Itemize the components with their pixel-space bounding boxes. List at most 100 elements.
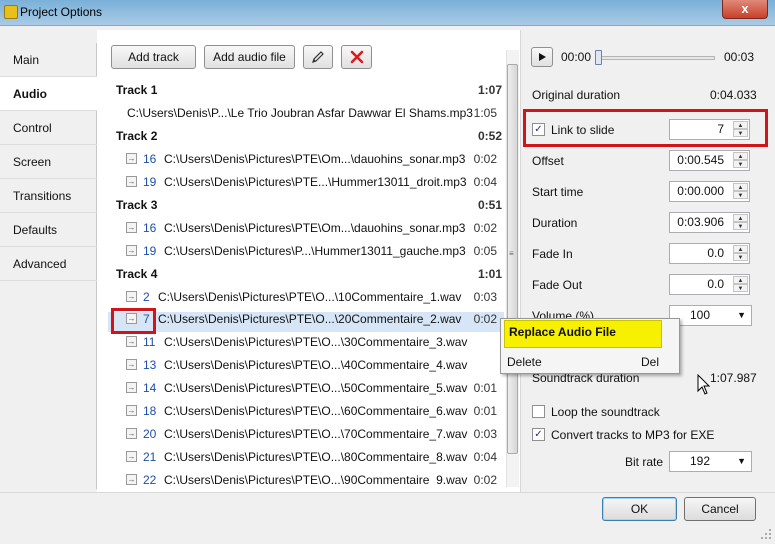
fade-in-value: 0.0 — [707, 246, 724, 260]
chevron-down-icon[interactable]: ▼ — [733, 222, 748, 230]
file-duration: 0:03 — [473, 290, 497, 304]
track-header[interactable]: Track 2 0:52 — [116, 129, 502, 149]
player-seek-track[interactable] — [595, 56, 715, 60]
track-file-row[interactable]: → 16 C:\Users\Denis\Pictures\PTE\Om...\d… — [108, 152, 504, 172]
loop-label: Loop the soundtrack — [551, 405, 660, 419]
track-file-row[interactable]: → 13 C:\Users\Denis\Pictures\PTE\O...\40… — [108, 358, 504, 378]
cancel-button[interactable]: Cancel — [684, 497, 756, 521]
track-file-row[interactable]: → 14 C:\Users\Denis\Pictures\PTE\O...\50… — [108, 381, 504, 401]
chevron-down-icon[interactable]: ▼ — [733, 191, 748, 199]
scrollbar-thumb[interactable] — [507, 64, 518, 454]
chevron-up-icon[interactable]: ▲ — [733, 214, 748, 222]
track-file-row[interactable]: → 11 C:\Users\Denis\Pictures\PTE\O...\30… — [108, 335, 504, 355]
track-file-row[interactable]: → 2 C:\Users\Denis\Pictures\PTE\O...\10C… — [108, 290, 504, 310]
slide-link-icon: → — [126, 222, 137, 233]
track-file-row[interactable]: → 21 C:\Users\Denis\Pictures\PTE\O...\80… — [108, 450, 504, 470]
add-audio-file-button[interactable]: Add audio file — [204, 45, 295, 69]
chevron-up-icon[interactable]: ▲ — [733, 152, 748, 160]
fade-in-spinner[interactable]: ▲ ▼ — [733, 245, 748, 262]
player-end-time: 00:03 — [724, 50, 755, 64]
slide-number: 19 — [143, 175, 157, 189]
duration-spinner[interactable]: ▲ ▼ — [733, 214, 748, 231]
file-path: C:\Users\Denis\Pictures\P...\Hummer13011… — [164, 244, 466, 258]
volume-select[interactable]: 100 ▼ — [669, 305, 752, 326]
slide-link-icon: → — [126, 153, 137, 164]
file-path: C:\Users\Denis\Pictures\PTE\O...\80Comme… — [164, 450, 468, 464]
volume-value: 100 — [690, 308, 711, 322]
track-file-row[interactable]: C:\Users\Denis\P...\Le Trio Joubran Asfa… — [108, 106, 504, 126]
fade-in-field[interactable]: 0.0 ▲ ▼ — [669, 243, 750, 264]
slide-number: 16 — [143, 152, 157, 166]
chevron-up-icon[interactable]: ▲ — [733, 183, 748, 191]
file-path: C:\Users\Denis\Pictures\PTE\O...\40Comme… — [164, 358, 468, 372]
slide-number: 16 — [143, 221, 157, 235]
start-time-field[interactable]: 0:00.000 ▲ ▼ — [669, 181, 750, 202]
loop-checkbox[interactable] — [532, 405, 545, 418]
start-time-value: 0:00.000 — [677, 184, 724, 198]
play-button[interactable] — [531, 47, 553, 67]
file-path: C:\Users\Denis\Pictures\PTE\O...\50Comme… — [164, 381, 468, 395]
slide-number: 14 — [143, 381, 157, 395]
offset-field[interactable]: 0:00.545 ▲ ▼ — [669, 150, 750, 171]
player-current-time: 00:00 — [561, 50, 592, 64]
fade-out-spinner[interactable]: ▲ ▼ — [733, 276, 748, 293]
bitrate-label: Bit rate — [625, 455, 664, 469]
bitrate-select[interactable]: 192 ▼ — [669, 451, 752, 472]
soundtrack-duration-value: 1:07.987 — [710, 371, 757, 385]
close-button[interactable]: x — [722, 0, 768, 19]
track-file-row[interactable]: → 20 C:\Users\Denis\Pictures\PTE\O...\70… — [108, 427, 504, 447]
chevron-down-icon[interactable]: ▼ — [733, 160, 748, 168]
nav-item-control[interactable]: Control — [0, 111, 97, 145]
file-path: C:\Users\Denis\Pictures\PTE\O...\90Comme… — [164, 473, 468, 485]
pencil-icon — [312, 51, 324, 63]
file-duration: 0:02 — [473, 312, 497, 326]
track-header[interactable]: Track 4 1:01 — [116, 267, 502, 287]
slide-number: 22 — [143, 473, 157, 485]
duration-field[interactable]: 0:03.906 ▲ ▼ — [669, 212, 750, 233]
nav-item-defaults[interactable]: Defaults — [0, 213, 97, 247]
duration-value: 0:03.906 — [677, 215, 724, 229]
start-time-spinner[interactable]: ▲ ▼ — [733, 183, 748, 200]
slide-link-icon: → — [126, 245, 137, 256]
nav-item-transitions[interactable]: Transitions — [0, 179, 97, 213]
file-path: C:\Users\Denis\Pictures\PTE\O...\20Comme… — [158, 312, 462, 326]
track-duration: 1:07 — [477, 83, 502, 97]
track-file-row[interactable]: → 19 C:\Users\Denis\Pictures\PTE...\Humm… — [108, 175, 504, 195]
delete-button[interactable] — [341, 45, 372, 69]
menu-item-delete[interactable]: Delete — [507, 355, 542, 369]
track-duration: 1:01 — [477, 267, 502, 281]
file-path: C:\Users\Denis\Pictures\PTE...\Hummer130… — [164, 175, 467, 189]
track-header[interactable]: Track 3 0:51 — [116, 198, 502, 218]
nav-item-screen[interactable]: Screen — [0, 145, 97, 179]
menu-item-replace-audio-file[interactable]: Replace Audio File — [504, 320, 662, 348]
player-seek-thumb[interactable] — [595, 50, 602, 65]
track-file-row[interactable]: → 19 C:\Users\Denis\Pictures\P...\Hummer… — [108, 244, 504, 264]
add-track-button[interactable]: Add track — [111, 45, 196, 69]
offset-spinner[interactable]: ▲ ▼ — [733, 152, 748, 169]
track-name: Track 3 — [116, 198, 158, 212]
slide-number: 20 — [143, 427, 157, 441]
chevron-up-icon[interactable]: ▲ — [733, 276, 748, 284]
track-file-row[interactable]: → 18 C:\Users\Denis\Pictures\PTE\O...\60… — [108, 404, 504, 424]
slide-link-icon: → — [126, 405, 137, 416]
nav-item-main[interactable]: Main — [0, 43, 97, 77]
convert-mp3-label: Convert tracks to MP3 for EXE — [551, 428, 715, 442]
track-header[interactable]: Track 1 1:07 — [116, 83, 502, 103]
nav-item-audio[interactable]: Audio — [0, 77, 98, 111]
slide-link-icon: → — [126, 291, 137, 302]
ok-button[interactable]: OK — [602, 497, 677, 521]
track-file-row[interactable]: → 16 C:\Users\Denis\Pictures\PTE\Om...\d… — [108, 221, 504, 241]
track-file-row[interactable]: → 22 C:\Users\Denis\Pictures\PTE\O...\90… — [108, 473, 504, 485]
fade-out-value: 0.0 — [707, 277, 724, 291]
chevron-up-icon[interactable]: ▲ — [733, 245, 748, 253]
track-file-row-selected[interactable]: → 7 C:\Users\Denis\Pictures\PTE\O...\20C… — [108, 312, 504, 332]
app-icon — [4, 5, 18, 19]
chevron-down-icon[interactable]: ▼ — [733, 284, 748, 292]
play-icon — [539, 53, 546, 61]
fade-out-field[interactable]: 0.0 ▲ ▼ — [669, 274, 750, 295]
resize-grip-icon[interactable] — [760, 528, 772, 540]
chevron-down-icon[interactable]: ▼ — [733, 253, 748, 261]
edit-button[interactable] — [303, 45, 333, 69]
convert-mp3-checkbox[interactable]: ✓ — [532, 428, 545, 441]
nav-item-advanced[interactable]: Advanced — [0, 247, 97, 281]
